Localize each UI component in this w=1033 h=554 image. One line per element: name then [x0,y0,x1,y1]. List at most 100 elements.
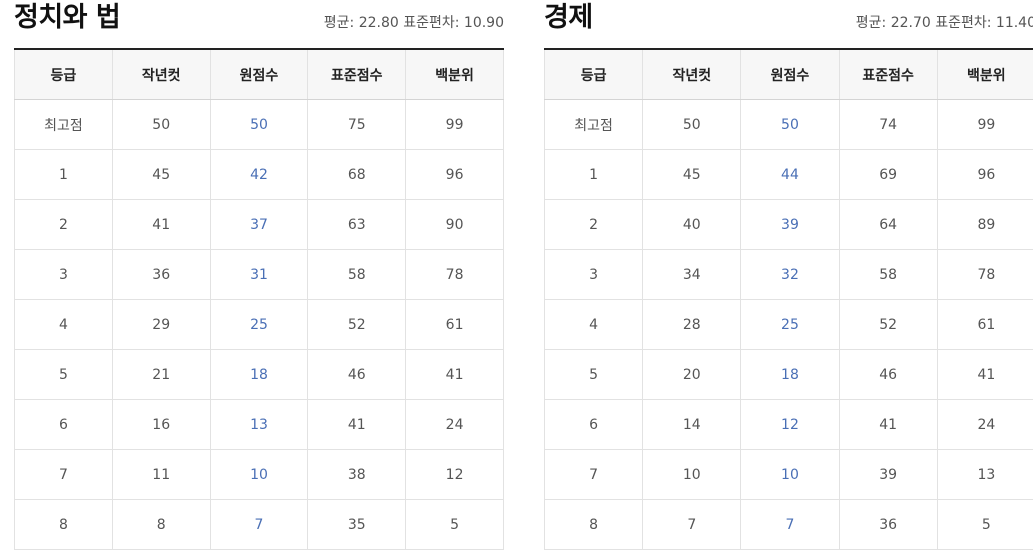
cell-last-year-cut: 10 [642,449,742,500]
table-row: 3 34 32 58 78 [543,249,1033,300]
column-header-grade: 등급 [14,48,113,100]
cell-raw-score: 39 [740,199,840,250]
cell-grade: 6 [14,399,113,450]
cell-percentile: 78 [936,249,1033,300]
cell-raw-score: 7 [209,499,309,550]
cell-raw-score: 32 [740,249,840,300]
cell-grade: 5 [14,349,113,400]
cell-grade: 8 [543,499,644,550]
cell-last-year-cut: 29 [111,299,211,350]
cell-standard-score: 52 [838,299,938,350]
cell-percentile: 12 [405,449,504,500]
table-row: 5 21 18 46 41 [14,349,504,400]
column-header-percentile: 백분위 [936,48,1033,100]
cell-last-year-cut: 40 [642,199,742,250]
cell-grade: 6 [543,399,644,450]
cell-percentile: 96 [936,149,1033,200]
cell-last-year-cut: 20 [642,349,742,400]
cell-standard-score: 68 [307,149,407,200]
cell-last-year-cut: 28 [642,299,742,350]
cell-percentile: 24 [405,399,504,450]
column-header-percentile: 백분위 [405,48,504,100]
cell-raw-score: 50 [740,99,840,150]
cell-grade: 4 [14,299,113,350]
cell-last-year-cut: 16 [111,399,211,450]
cell-raw-score: 44 [740,149,840,200]
cell-grade: 4 [543,299,644,350]
cell-raw-score: 12 [740,399,840,450]
table-row: 5 20 18 46 41 [543,349,1033,400]
cell-raw-score: 18 [740,349,840,400]
table-row: 6 16 13 41 24 [14,399,504,450]
cell-raw-score: 13 [209,399,309,450]
cell-last-year-cut: 11 [111,449,211,500]
table-row: 7 11 10 38 12 [14,449,504,500]
cell-percentile: 41 [936,349,1033,400]
cell-raw-score: 10 [209,449,309,500]
cell-percentile: 90 [405,199,504,250]
stats-summary: 평균: 22.80 표준편차: 10.90 [323,15,504,31]
table-row: 1 45 42 68 96 [14,149,504,200]
cell-standard-score: 52 [307,299,407,350]
cell-percentile: 96 [405,149,504,200]
panel-economics: 경제 평균: 22.70 표준편차: 11.40 등급 작년컷 원점수 표준점수 백분위… [543,0,1033,550]
column-header-grade: 등급 [543,48,644,100]
cell-percentile: 5 [936,499,1033,550]
cell-last-year-cut: 50 [642,99,742,150]
cell-raw-score: 25 [209,299,309,350]
cell-percentile: 24 [936,399,1033,450]
section-title: 경제 [544,2,593,33]
cell-last-year-cut: 45 [111,149,211,200]
column-header-last-year-cut: 작년컷 [111,48,211,100]
cell-standard-score: 64 [838,199,938,250]
cell-standard-score: 46 [307,349,407,400]
stats-summary: 평균: 22.70 표준편차: 11.40 [855,15,1033,31]
cell-last-year-cut: 36 [111,249,211,300]
table-row: 7 10 10 39 13 [543,449,1033,500]
column-header-raw-score: 원점수 [740,48,840,100]
cell-percentile: 78 [405,249,504,300]
cell-last-year-cut: 21 [111,349,211,400]
panel-header: 경제 평균: 22.70 표준편차: 11.40 [544,0,1033,48]
cell-percentile: 61 [936,299,1033,350]
column-header-last-year-cut: 작년컷 [642,48,742,100]
cell-raw-score: 7 [740,499,840,550]
table-row: 4 29 25 52 61 [14,299,504,350]
cell-raw-score: 18 [209,349,309,400]
column-header-standard-score: 표준점수 [307,48,407,100]
cell-grade: 7 [14,449,113,500]
cell-percentile: 41 [405,349,504,400]
cell-grade: 최고점 [14,99,113,150]
cell-standard-score: 69 [838,149,938,200]
panel-politics-law: 정치와 법 평균: 22.80 표준편차: 10.90 등급 작년컷 원점수 표준점수… [14,0,504,550]
cell-grade: 7 [543,449,644,500]
cell-grade: 최고점 [543,99,644,150]
table-header-row: 등급 작년컷 원점수 표준점수 백분위 [14,48,504,100]
cell-raw-score: 42 [209,149,309,200]
cell-grade: 5 [543,349,644,400]
cell-percentile: 5 [405,499,504,550]
cell-standard-score: 36 [838,499,938,550]
cell-standard-score: 38 [307,449,407,500]
cell-standard-score: 41 [838,399,938,450]
cell-raw-score: 10 [740,449,840,500]
cell-percentile: 13 [936,449,1033,500]
table-row: 4 28 25 52 61 [543,299,1033,350]
cell-percentile: 99 [936,99,1033,150]
cell-standard-score: 74 [838,99,938,150]
table-row: 2 41 37 63 90 [14,199,504,250]
table-row: 최고점 50 50 75 99 [14,99,504,150]
cell-last-year-cut: 7 [642,499,742,550]
cell-last-year-cut: 50 [111,99,211,150]
cell-percentile: 61 [405,299,504,350]
cell-standard-score: 58 [838,249,938,300]
column-header-raw-score: 원점수 [209,48,309,100]
table-row: 3 36 31 58 78 [14,249,504,300]
table-row: 8 7 7 36 5 [543,499,1033,550]
cell-raw-score: 25 [740,299,840,350]
cell-standard-score: 75 [307,99,407,150]
cell-standard-score: 58 [307,249,407,300]
cell-grade: 3 [14,249,113,300]
cell-standard-score: 63 [307,199,407,250]
cell-standard-score: 46 [838,349,938,400]
